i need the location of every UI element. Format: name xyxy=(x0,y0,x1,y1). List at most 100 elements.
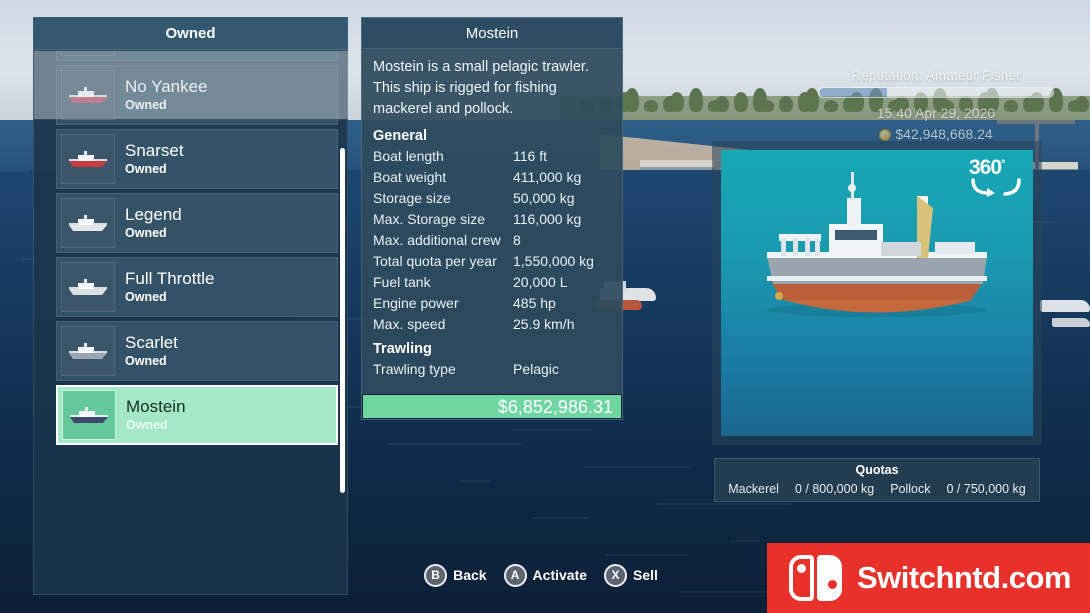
boat-detail-panel: Mostein Mostein is a small pelagic trawl… xyxy=(361,17,623,420)
detail-panel-body: Mostein is a small pelagic trawler. This… xyxy=(362,49,622,386)
boat-list-item-text: No Yankee Owned xyxy=(125,76,208,114)
boat-list-item[interactable]: Legend Owned xyxy=(56,193,338,253)
player-money: $42,948,668.24 xyxy=(790,126,1082,142)
stat-key: Max. speed xyxy=(373,316,446,332)
stat-row: Max. Storage size 116,000 kg xyxy=(373,209,611,230)
boat-thumbnail xyxy=(61,70,115,120)
stat-value: 8 xyxy=(513,232,521,248)
boat-list-item-status: Owned xyxy=(125,226,167,240)
boat-thumbnail xyxy=(62,390,116,440)
boat-preview-viewport[interactable]: 360° xyxy=(721,150,1033,436)
game-datetime: 15:40 Apr 29, 2020 xyxy=(876,105,996,121)
boat-list-item-text: Scarlet Owned xyxy=(125,332,178,370)
boat-list-item-name: Scarlet xyxy=(125,333,178,352)
boat-list-item[interactable]: Mostein Owned xyxy=(56,385,338,445)
boat-list-item-name: Snarset xyxy=(125,141,184,160)
switch-right-joycon xyxy=(817,555,842,601)
controller-button-activate[interactable]: A Activate xyxy=(503,563,588,587)
site-watermark: Switchntd.com xyxy=(767,543,1090,613)
boat-list-item-text: Snarset Owned xyxy=(125,140,184,178)
owned-panel-title: Owned xyxy=(34,18,347,50)
rotate-360-icon[interactable]: 360° xyxy=(969,156,1025,200)
rotate-360-number: 360 xyxy=(969,156,1002,179)
nintendo-switch-icon xyxy=(789,555,847,601)
boat-preview-panel[interactable]: 360° xyxy=(712,141,1042,445)
gamepad-action-label: Activate xyxy=(532,567,588,583)
boat-thumbnail xyxy=(61,262,115,312)
detail-panel-title: Mostein xyxy=(362,18,622,49)
boat-list-item[interactable]: No Yankee Owned xyxy=(56,65,338,125)
stat-value: 1,550,000 kg xyxy=(513,253,594,269)
stat-row: Storage size 50,000 kg xyxy=(373,188,611,209)
boat-list-item-status: Owned xyxy=(125,354,167,368)
stat-row: Boat length 116 ft xyxy=(373,146,611,167)
boat-list-item-status: Owned xyxy=(125,290,167,304)
status-hud: Reputation: Amateur Fisher 15:40 Apr 29,… xyxy=(790,68,1082,142)
controller-button-sell[interactable]: X Sell xyxy=(604,563,658,587)
boat-price: $6,852,986.31 xyxy=(362,394,622,419)
stat-section-heading: Trawling xyxy=(373,341,432,357)
stat-key: Boat weight xyxy=(373,169,447,185)
stat-row: Boat weight 411,000 kg xyxy=(373,167,611,188)
switch-left-joycon xyxy=(789,555,814,601)
boat-list-item-name: Full Throttle xyxy=(125,269,215,288)
boat-list-item[interactable]: Snarset Owned xyxy=(56,129,338,189)
boat-thumbnail xyxy=(61,198,115,248)
owned-list-viewport[interactable]: BackstabberOwned No Yankee Owned Snarset Own… xyxy=(34,51,349,556)
quotas-title: Quotas xyxy=(855,463,899,477)
stat-key: Engine power xyxy=(373,295,459,311)
stat-row: Max. speed 25.9 km/h xyxy=(373,314,611,335)
boat-thumbnail xyxy=(61,326,115,376)
boat-stat-sections: General Boat length 116 ft Boat weight 411,0… xyxy=(373,128,611,380)
boat-list-item-text: Full Throttle Owned xyxy=(125,268,214,306)
stat-key: Max. Storage size xyxy=(373,211,486,227)
boat-list-item-status: Owned xyxy=(125,98,167,112)
stat-row: Fuel tank 20,000 L xyxy=(373,272,611,293)
quotas-panel: Quotas Mackerel 0 / 800,000 kg Pollock 0 / … xyxy=(714,458,1040,502)
background-boat xyxy=(1052,318,1090,327)
boat-list-item-status: Owned xyxy=(125,162,167,176)
stat-section-heading: General xyxy=(373,128,427,144)
quota-value: 0 / 800,000 kg xyxy=(794,482,875,496)
boat-thumbnail xyxy=(61,51,115,56)
reputation-label: Reputation: Amateur Fisher xyxy=(851,68,1021,83)
quota-species: Mackerel xyxy=(728,482,779,496)
gamepad-action-label: Back xyxy=(453,567,487,583)
owned-boats-list: BackstabberOwned No Yankee Owned Snarset Own… xyxy=(34,51,349,449)
stat-row: Trawling type Pelagic xyxy=(373,359,611,380)
stat-row: Engine power 485 hp xyxy=(373,293,611,314)
boat-list-item-name: No Yankee xyxy=(125,77,208,96)
owned-list-scrollbar[interactable] xyxy=(340,148,345,493)
boat-list-item-text: Mostein Owned xyxy=(126,396,186,434)
stat-value: 116 ft xyxy=(513,148,547,164)
stat-value: 485 hp xyxy=(513,295,556,311)
reputation-progress-bar xyxy=(818,87,1054,98)
stat-value: Pelagic xyxy=(513,361,559,377)
stat-key: Trawling type xyxy=(373,361,456,377)
boat-list-item[interactable]: Full Throttle Owned xyxy=(56,257,338,317)
boat-list-item[interactable]: BackstabberOwned xyxy=(56,51,338,61)
stat-value: 50,000 kg xyxy=(513,190,575,206)
degree-symbol: ° xyxy=(1001,158,1006,171)
boat-list-item[interactable]: Scarlet Owned xyxy=(56,321,338,381)
stat-value: 116,000 kg xyxy=(513,211,582,227)
quota-value: 0 / 750,000 kg xyxy=(946,482,1026,496)
controller-button-back[interactable]: B Back xyxy=(424,563,487,587)
watermark-text: Switchntd.com xyxy=(857,560,1071,595)
stat-value: 411,000 kg xyxy=(513,169,582,185)
stat-value: 20,000 L xyxy=(513,274,568,290)
money-amount: $42,948,668.24 xyxy=(895,126,993,142)
quota-species: Pollock xyxy=(890,482,931,496)
background-boat xyxy=(1040,300,1090,312)
stat-key: Max. additional crew xyxy=(373,232,501,248)
boat-description: Mostein is a small pelagic trawler. This… xyxy=(373,59,589,117)
stat-key: Fuel tank xyxy=(373,274,431,290)
gamepad-key-icon: A xyxy=(503,563,527,587)
boat-list-item-text: Legend Owned xyxy=(125,204,182,242)
gamepad-key-icon: B xyxy=(424,563,448,587)
gamepad-action-label: Sell xyxy=(633,567,658,583)
boat-list-item-name: Legend xyxy=(125,205,182,224)
stat-value: 25.9 km/h xyxy=(513,316,575,332)
stat-row: Total quota per year 1,550,000 kg xyxy=(373,251,611,272)
coin-icon xyxy=(879,129,892,141)
